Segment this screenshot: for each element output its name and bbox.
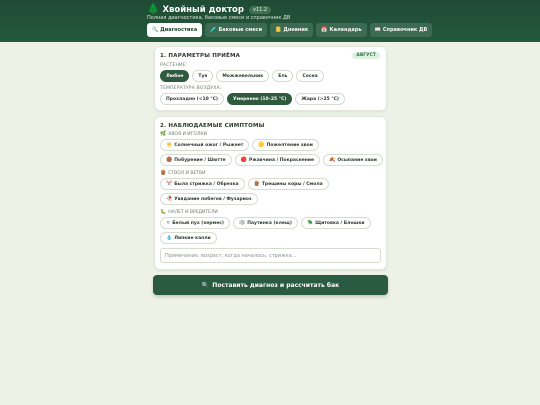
chip-label: Белый пух (хермес): [172, 220, 224, 226]
plant-option-spruce[interactable]: Ель: [272, 70, 294, 82]
symptoms-card: 2. НАБЛЮДАЕМЫЕ СИМПТОМЫ 🌿 ХВОЯ И ИГОЛКИ …: [154, 116, 387, 270]
symptom-browning[interactable]: 🟤 Побурение / Шютте: [160, 154, 232, 166]
tab-calendar[interactable]: 📅 Календарь: [316, 23, 367, 37]
chip-label: Паутинка (клещ): [247, 220, 292, 226]
beetle-icon: 🪲: [306, 220, 314, 226]
needles-options: ☀️ Солнечный ожог / Рыжеет 🟡 Пожелтение …: [160, 139, 384, 166]
fallen-leaf-icon: 🍂: [329, 157, 336, 163]
symptom-wilting[interactable]: 🥀 Увядание побегов / Фузариоз: [160, 193, 258, 205]
tab-label: Справочник ДВ: [382, 27, 428, 33]
tab-label: Дневник: [283, 27, 309, 33]
tab-diary[interactable]: 📒 Дневник: [270, 23, 314, 37]
chip-label: Трещины коры / Смола: [261, 181, 323, 187]
notebook-icon: 📒: [275, 27, 282, 33]
season-badge: АВГУСТ: [352, 52, 380, 59]
chip-label: Липкие капли: [174, 235, 211, 241]
tab-diagnostics[interactable]: 🔍 Диагностика: [147, 23, 203, 37]
chip-label: Щитовка / Блошки: [315, 220, 365, 226]
app-subtitle: Полная диагностика, баковые смеси и спра…: [147, 15, 291, 21]
symptom-needle-drop[interactable]: 🍂 Осыпание хвои: [323, 154, 383, 166]
plant-option-juniper[interactable]: Можжевельник: [216, 70, 270, 82]
pests-options: ⚪ Белый пух (хермес) 🕸️ Паутинка (клещ) …: [160, 217, 384, 244]
scissors-icon: ✂️: [166, 181, 173, 187]
group-label-pests: 🐛 НАЛЕТ И ВРЕДИТЕЛИ: [160, 209, 218, 215]
spider-web-icon: 🕸️: [238, 220, 246, 226]
chip-label: Ржавчина / Покраснение: [248, 157, 315, 163]
magnifier-icon: 🔍: [152, 27, 159, 33]
plant-label: РАСТЕНИЕ:: [160, 63, 188, 68]
tab-label: Баковые смеси: [218, 27, 263, 33]
group-label-text: ХВОЯ И ИГОЛКИ: [168, 131, 207, 137]
symptom-sticky-drops[interactable]: 💧 Липкие капли: [160, 232, 217, 244]
tab-label: Диагностика: [160, 27, 198, 33]
wood-icon: 🪵: [253, 181, 260, 187]
app-title: Хвойный доктор: [162, 4, 244, 15]
symptom-scale-insects[interactable]: 🪲 Щитовка / Блошки: [300, 217, 371, 229]
plant-option-pine[interactable]: Сосна: [296, 70, 324, 82]
chip-label: Была стрижка / Обрезка: [174, 181, 239, 187]
params-title: 1. ПАРАМЕТРЫ ПРИЁМА: [160, 53, 241, 59]
chip-label: Осыпание хвои: [337, 157, 377, 163]
symptom-pruning[interactable]: ✂️ Была стрижка / Обрезка: [160, 178, 245, 190]
sun-icon: ☀️: [166, 142, 173, 148]
plant-option-thuja[interactable]: Туя: [192, 70, 214, 82]
symptom-spider-web[interactable]: 🕸️ Паутинка (клещ): [232, 217, 298, 229]
app-header: 🌲 Хвойный доктор v11.2 Полная диагностик…: [0, 0, 540, 42]
calendar-icon: 📅: [321, 27, 328, 33]
symptom-sunburn[interactable]: ☀️ Солнечный ожог / Рыжеет: [160, 139, 250, 151]
diagnose-button-label: Поставить диагноз и рассчитать бак: [212, 281, 340, 289]
plant-option-any[interactable]: Любое: [160, 70, 190, 82]
temp-option-cool[interactable]: Прохладно (<10 °C): [160, 93, 224, 105]
red-circle-icon: 🔴: [240, 157, 247, 163]
magnifier-icon: 🔍: [201, 281, 210, 289]
tab-reference[interactable]: 📖 Справочник ДВ: [369, 23, 433, 37]
temp-label: ТЕМПЕРАТУРА ВОЗДУХА:: [160, 86, 222, 91]
group-label-text: СТВОЛ И ВЕТВИ: [168, 170, 206, 176]
group-label-trunk: 🪵 СТВОЛ И ВЕТВИ: [160, 170, 206, 176]
chip-label: Пожелтение хвои: [266, 142, 313, 148]
trunk-options: ✂️ Была стрижка / Обрезка 🪵 Трещины коры…: [160, 178, 384, 205]
book-icon: 📖: [374, 27, 381, 33]
tab-label: Календарь: [329, 27, 362, 33]
brown-circle-icon: 🟤: [166, 157, 173, 163]
tab-bar: 🔍 Диагностика 🧪 Баковые смеси 📒 Дневник …: [147, 23, 433, 37]
brand: 🌲 Хвойный доктор v11.2: [147, 4, 272, 15]
chip-label: Увядание побегов / Фузариоз: [174, 196, 252, 202]
version-badge: v11.2: [248, 5, 272, 14]
temp-options: Прохладно (<10 °C) Умеренно (10–25 °C) Ж…: [160, 93, 384, 105]
yellow-circle-icon: 🟡: [258, 142, 265, 148]
chip-label: Побурение / Шютте: [174, 157, 226, 163]
wilted-flower-icon: 🥀: [166, 196, 173, 202]
temp-option-hot[interactable]: Жара (>25 °C): [295, 93, 345, 105]
symptom-bark-cracks[interactable]: 🪵 Трещины коры / Смола: [247, 178, 329, 190]
chip-label: Солнечный ожог / Рыжеет: [174, 142, 244, 148]
symptom-white-fluff[interactable]: ⚪ Белый пух (хермес): [160, 217, 230, 229]
test-tube-icon: 🧪: [210, 27, 217, 33]
bug-icon: 🐛: [160, 209, 167, 215]
white-circle-icon: ⚪: [166, 220, 171, 226]
diagnose-button[interactable]: 🔍 Поставить диагноз и рассчитать бак: [153, 275, 388, 295]
group-label-needles: 🌿 ХВОЯ И ИГОЛКИ: [160, 131, 207, 137]
droplet-icon: 💧: [166, 235, 173, 241]
tree-icon: 🌲: [147, 4, 160, 15]
plant-options: Любое Туя Можжевельник Ель Сосна: [160, 70, 384, 82]
group-label-text: НАЛЕТ И ВРЕДИТЕЛИ: [168, 209, 218, 215]
symptom-yellowing[interactable]: 🟡 Пожелтение хвои: [252, 139, 319, 151]
symptom-rust[interactable]: 🔴 Ржавчина / Покраснение: [234, 154, 321, 166]
symptoms-title: 2. НАБЛЮДАЕМЫЕ СИМПТОМЫ: [160, 123, 265, 129]
temp-option-moderate[interactable]: Умеренно (10–25 °C): [226, 93, 293, 105]
note-input[interactable]: [160, 248, 381, 263]
params-card: 1. ПАРАМЕТРЫ ПРИЁМА АВГУСТ РАСТЕНИЕ: Люб…: [154, 46, 387, 111]
leaf-icon: 🌿: [160, 131, 167, 137]
tab-tank-mixes[interactable]: 🧪 Баковые смеси: [205, 23, 268, 37]
wood-icon: 🪵: [160, 170, 167, 176]
